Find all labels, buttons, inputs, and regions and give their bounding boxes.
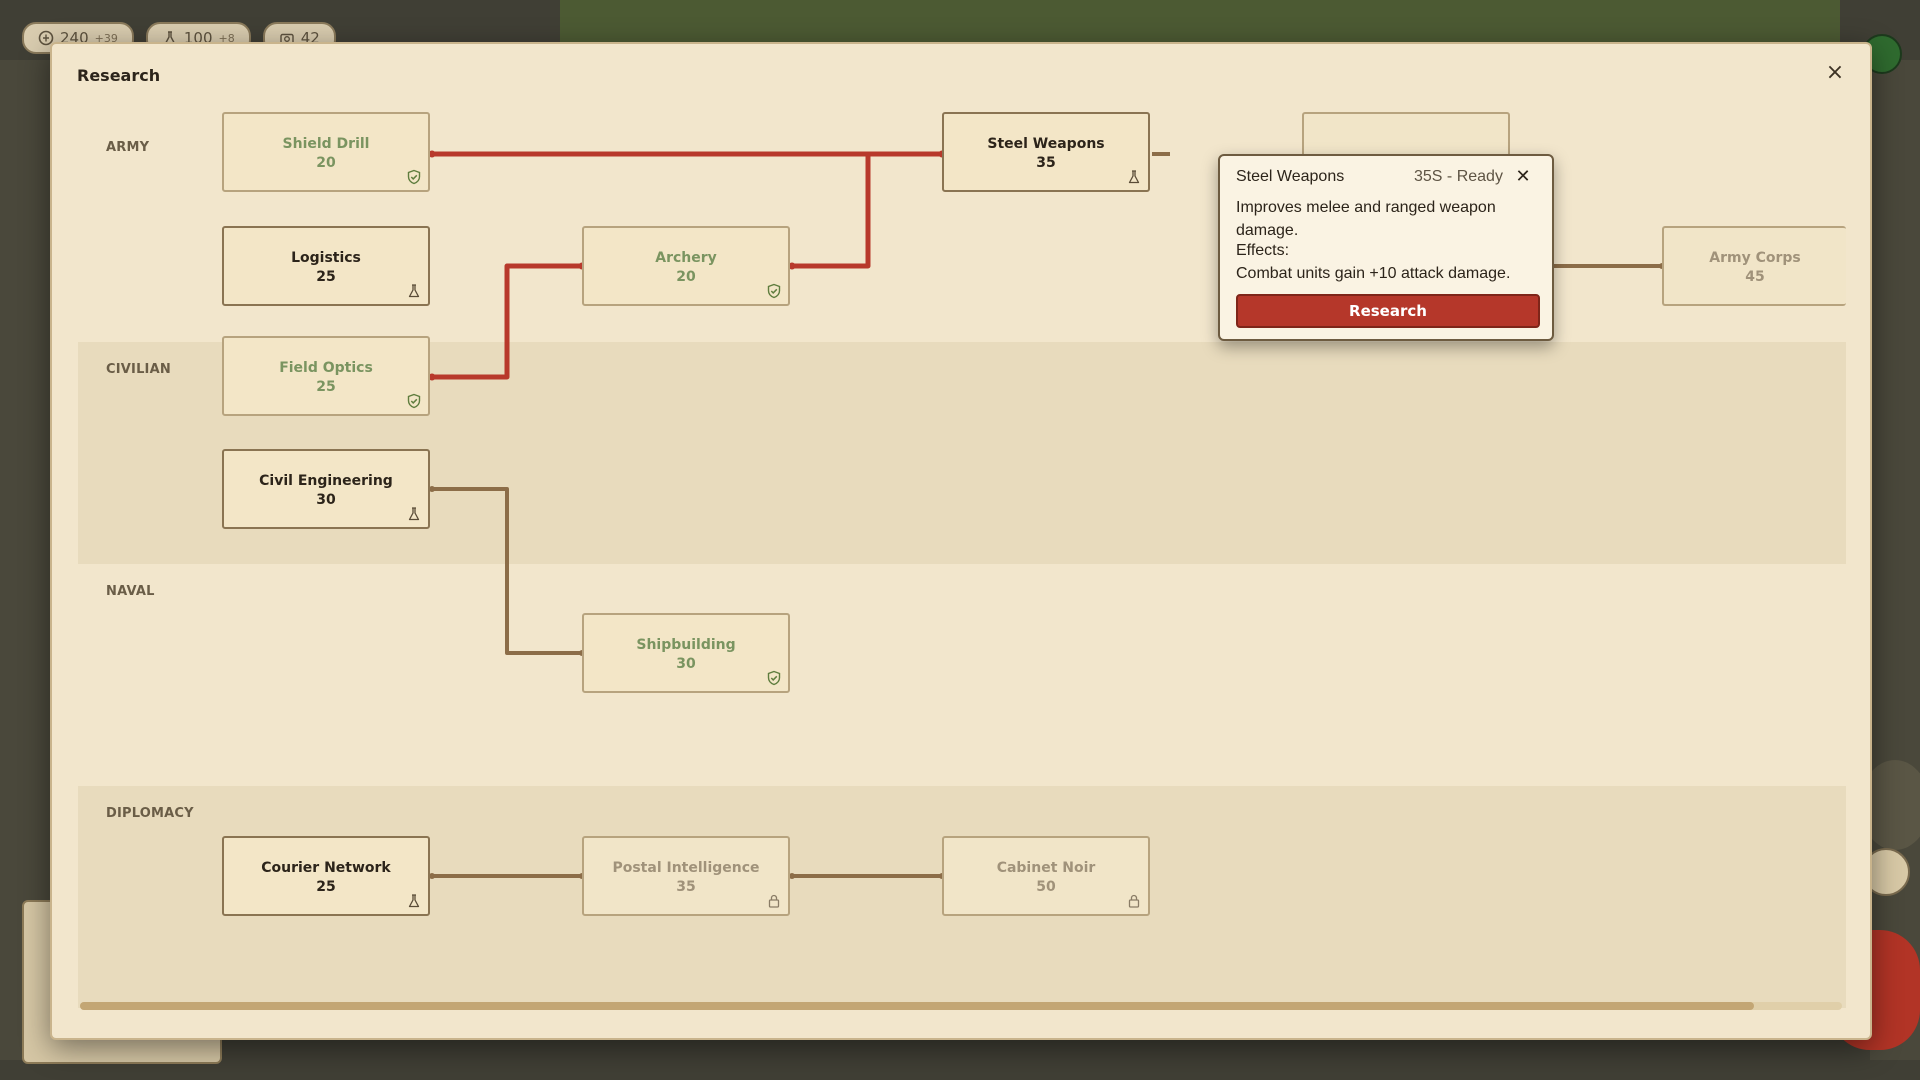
tech-cost: 25 [316, 269, 336, 285]
tooltip-effects-label: Effects: [1236, 242, 1290, 259]
lock-icon [1128, 894, 1140, 908]
check-shield-icon [767, 670, 781, 686]
tech-name: Courier Network [261, 860, 391, 876]
tech-cost: 50 [1036, 879, 1056, 895]
research-modal: Research × ARMY CIVILIAN NAVAL DIPLOMACY [50, 42, 1872, 1040]
tech-name: Shield Drill [282, 136, 370, 152]
map-terrain-right [1870, 60, 1920, 1060]
tooltip-title: Steel Weapons [1236, 168, 1345, 185]
check-shield-icon [767, 283, 781, 299]
tech-name: Civil Engineering [259, 473, 393, 489]
flask-icon [408, 507, 420, 521]
tech-cost: 30 [316, 492, 336, 508]
tech-name: Cabinet Noir [996, 860, 1096, 876]
tech-cost: 35 [1036, 155, 1056, 171]
tech-cost: 20 [676, 269, 696, 285]
lock-icon [768, 894, 780, 908]
research-button[interactable]: Research [1236, 294, 1540, 328]
tooltip-description: Improves melee and ranged weapon damage. [1236, 199, 1496, 239]
tech-name: Field Optics [279, 360, 373, 376]
tech-node-shield-drill[interactable]: Shield Drill 20 [222, 112, 430, 192]
tooltip-status: 35S - Ready [1414, 168, 1503, 185]
tech-name: Shipbuilding [636, 637, 736, 653]
tech-name: Logistics [291, 250, 361, 266]
tech-node-logistics[interactable]: Logistics 25 [222, 226, 430, 306]
check-shield-icon [407, 393, 421, 409]
tech-node-postal-intelligence[interactable]: Postal Intelligence 35 [582, 836, 790, 916]
tech-cost: 25 [316, 379, 336, 395]
tech-name: Archery [655, 250, 717, 266]
tech-node-archery[interactable]: Archery 20 [582, 226, 790, 306]
wire-archery-steel-weapons [792, 154, 871, 269]
tech-name: Steel Weapons [987, 136, 1105, 152]
tech-cost: 30 [676, 656, 696, 672]
tech-node-courier-network[interactable]: Courier Network 25 [222, 836, 430, 916]
wire-civil-engineering-shipbuilding [432, 487, 582, 655]
scrollbar-thumb[interactable] [80, 1002, 1754, 1010]
flask-icon [408, 894, 420, 908]
tech-node-cabinet-noir[interactable]: Cabinet Noir 50 [942, 836, 1150, 916]
tech-node-army-corps[interactable]: Army Corps 45 [1662, 226, 1846, 306]
check-shield-icon [407, 169, 421, 185]
flask-icon [1128, 170, 1140, 184]
flask-icon [408, 284, 420, 298]
tech-cost: 35 [676, 879, 696, 895]
tech-node-civil-engineering[interactable]: Civil Engineering 30 [222, 449, 430, 529]
horizontal-scrollbar[interactable] [80, 1002, 1842, 1010]
tech-node-field-optics[interactable]: Field Optics 25 [222, 336, 430, 416]
tech-name: Postal Intelligence [612, 860, 760, 876]
tech-cost: 20 [316, 155, 336, 171]
wire-field-optics-archery [432, 263, 582, 380]
tech-node-steel-weapons[interactable]: Steel Weapons 35 [942, 112, 1150, 192]
tech-node-shipbuilding[interactable]: Shipbuilding 30 [582, 613, 790, 693]
tech-cost: 25 [316, 879, 336, 895]
tooltip-effect: Combat units gain +10 attack damage. [1236, 265, 1511, 282]
tech-name: Army Corps [1709, 250, 1801, 266]
tech-tooltip: Steel Weapons 35S - Ready ✕ Improves mel… [1218, 154, 1554, 341]
tech-cost: 45 [1745, 269, 1765, 285]
tooltip-close-icon[interactable]: ✕ [1512, 166, 1534, 187]
